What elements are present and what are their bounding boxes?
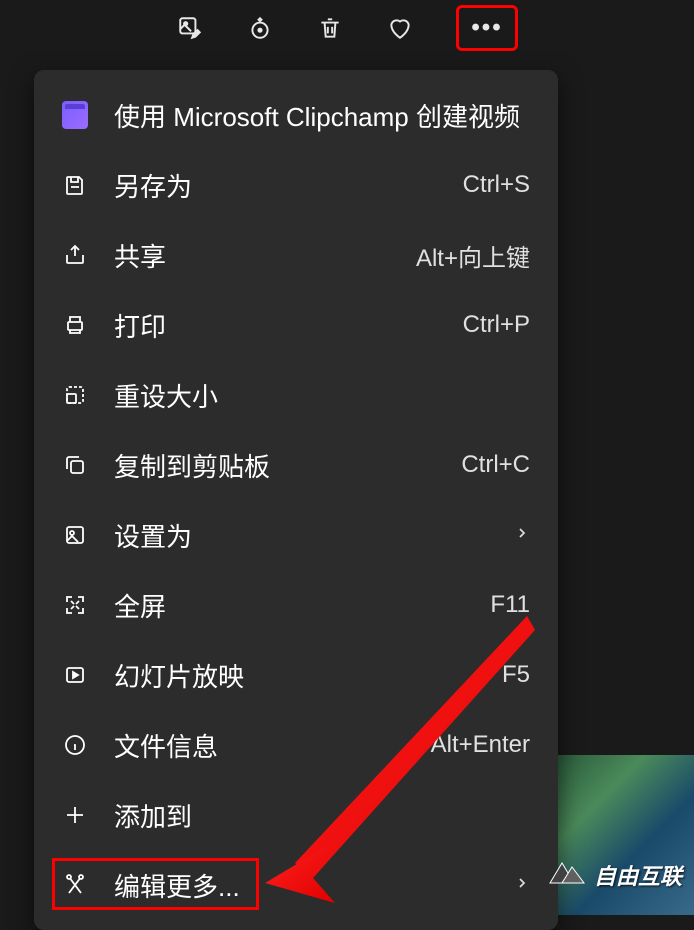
menu-shortcut: Ctrl+P (463, 311, 530, 339)
menu-item-saveas[interactable]: 另存为 Ctrl+S (34, 150, 558, 220)
save-icon (62, 172, 88, 198)
chevron-right-icon (514, 874, 530, 897)
rotate-icon[interactable] (246, 14, 274, 42)
menu-label: 重设大小 (114, 377, 530, 414)
menu-shortcut: Ctrl+S (463, 171, 530, 199)
menu-shortcut: Alt+向上键 (416, 238, 530, 273)
menu-label: 共享 (114, 237, 416, 274)
menu-item-print[interactable]: 打印 Ctrl+P (34, 290, 558, 360)
menu-item-editmore[interactable]: 编辑更多... (34, 850, 558, 920)
menu-item-resize[interactable]: 重设大小 (34, 360, 558, 430)
add-icon (62, 802, 88, 828)
slideshow-icon (62, 662, 88, 688)
menu-item-slideshow[interactable]: 幻灯片放映 F5 (34, 640, 558, 710)
menu-item-clipchamp[interactable]: 使用 Microsoft Clipchamp 创建视频 (34, 80, 558, 150)
menu-label: 编辑更多... (114, 867, 514, 904)
menu-item-setas[interactable]: 设置为 (34, 500, 558, 570)
clipchamp-icon (62, 102, 88, 128)
menu-label: 幻灯片放映 (114, 657, 502, 694)
menu-shortcut: Ctrl+C (461, 451, 530, 479)
more-button[interactable]: ••• (456, 5, 518, 51)
more-dots-icon: ••• (471, 14, 502, 42)
menu-item-fileinfo[interactable]: 文件信息 Alt+Enter (34, 710, 558, 780)
toolbar: ••• (0, 0, 694, 56)
menu-label: 另存为 (114, 167, 463, 204)
fullscreen-icon (62, 592, 88, 618)
print-icon (62, 312, 88, 338)
menu-label: 设置为 (114, 517, 514, 554)
resize-icon (62, 382, 88, 408)
menu-label: 复制到剪贴板 (114, 447, 461, 484)
menu-item-copy[interactable]: 复制到剪贴板 Ctrl+C (34, 430, 558, 500)
chevron-right-icon (514, 524, 530, 547)
edit-image-icon[interactable] (176, 14, 204, 42)
watermark-text: 自由互联 (594, 859, 682, 891)
setas-icon (62, 522, 88, 548)
delete-icon[interactable] (316, 14, 344, 42)
menu-label: 文件信息 (114, 727, 431, 764)
info-icon (62, 732, 88, 758)
editmore-icon (62, 872, 88, 898)
menu-label: 使用 Microsoft Clipchamp 创建视频 (114, 97, 530, 134)
menu-item-addto[interactable]: 添加到 (34, 780, 558, 850)
menu-shortcut: Alt+Enter (431, 731, 530, 759)
menu-shortcut: F11 (490, 591, 530, 619)
share-icon (62, 242, 88, 268)
copy-icon (62, 452, 88, 478)
menu-label: 添加到 (114, 797, 530, 834)
menu-item-share[interactable]: 共享 Alt+向上键 (34, 220, 558, 290)
menu-label: 打印 (114, 307, 463, 344)
watermark: 自由互联 (544, 853, 682, 897)
menu-label: 全屏 (114, 587, 490, 624)
context-menu: 使用 Microsoft Clipchamp 创建视频 另存为 Ctrl+S 共… (34, 70, 558, 930)
menu-item-fullscreen[interactable]: 全屏 F11 (34, 570, 558, 640)
favorite-icon[interactable] (386, 14, 414, 42)
menu-shortcut: F5 (502, 661, 530, 689)
watermark-logo-icon (544, 853, 588, 897)
